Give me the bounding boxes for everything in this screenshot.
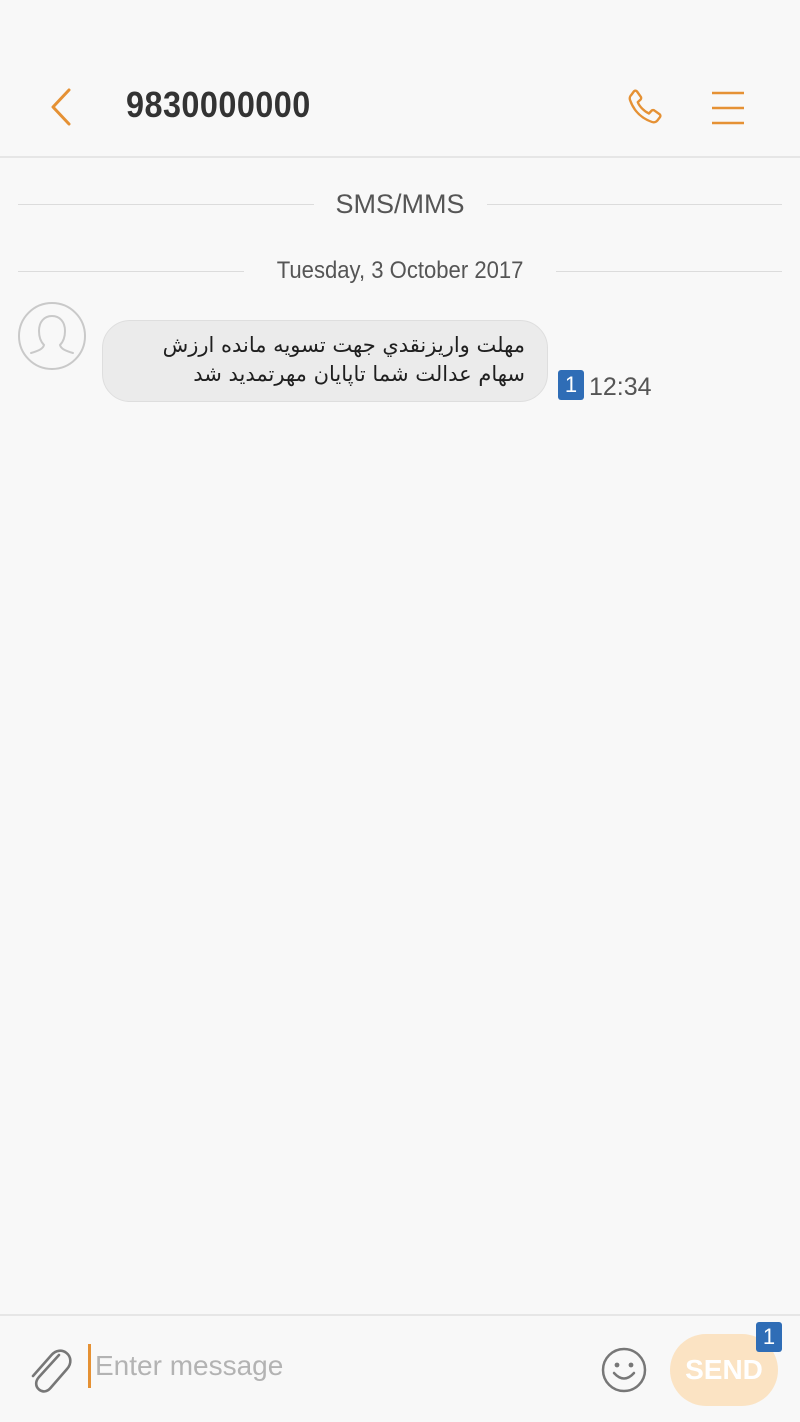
date-label: Tuesday, 3 October 2017 — [276, 257, 524, 284]
emoji-button[interactable] — [600, 1346, 648, 1394]
chevron-left-icon — [51, 88, 71, 126]
date-divider: Tuesday, 3 October 2017 — [18, 252, 783, 290]
divider-line — [18, 270, 244, 272]
divider-line — [556, 270, 783, 272]
person-icon — [30, 315, 74, 354]
paperclip-icon — [31, 1349, 72, 1393]
message-time: 12:34 — [589, 373, 652, 401]
contact-avatar[interactable] — [18, 302, 86, 370]
message-bubble[interactable]: مهلت واريزنقدي جهت تسويه مانده ارزش سهام… — [102, 320, 548, 402]
call-button[interactable] — [616, 80, 672, 136]
message-input[interactable] — [88, 1344, 575, 1388]
menu-button[interactable] — [700, 80, 756, 136]
message-text-line: سهام عدالت شما تاپايان مهرتمديد شد — [193, 362, 525, 386]
send-sim-badge: 1 — [756, 1322, 782, 1352]
back-button[interactable] — [34, 80, 88, 134]
app-header: 9830000000 — [0, 0, 800, 158]
sim-badge: 1 — [558, 370, 584, 400]
contact-title: 9830000000 — [126, 84, 311, 125]
message-text-line: مهلت واريزنقدي جهت تسويه مانده ارزش — [162, 333, 525, 357]
attach-button[interactable] — [20, 1340, 78, 1402]
smiley-icon — [601, 1347, 647, 1393]
channel-label: SMS/MMS — [335, 188, 465, 219]
phone-icon — [628, 89, 662, 124]
menu-icon — [712, 91, 744, 125]
message-composer: SEND 1 — [0, 1314, 800, 1422]
divider-line — [18, 203, 314, 205]
channel-divider: SMS/MMS — [18, 184, 783, 224]
divider-line — [486, 203, 783, 205]
